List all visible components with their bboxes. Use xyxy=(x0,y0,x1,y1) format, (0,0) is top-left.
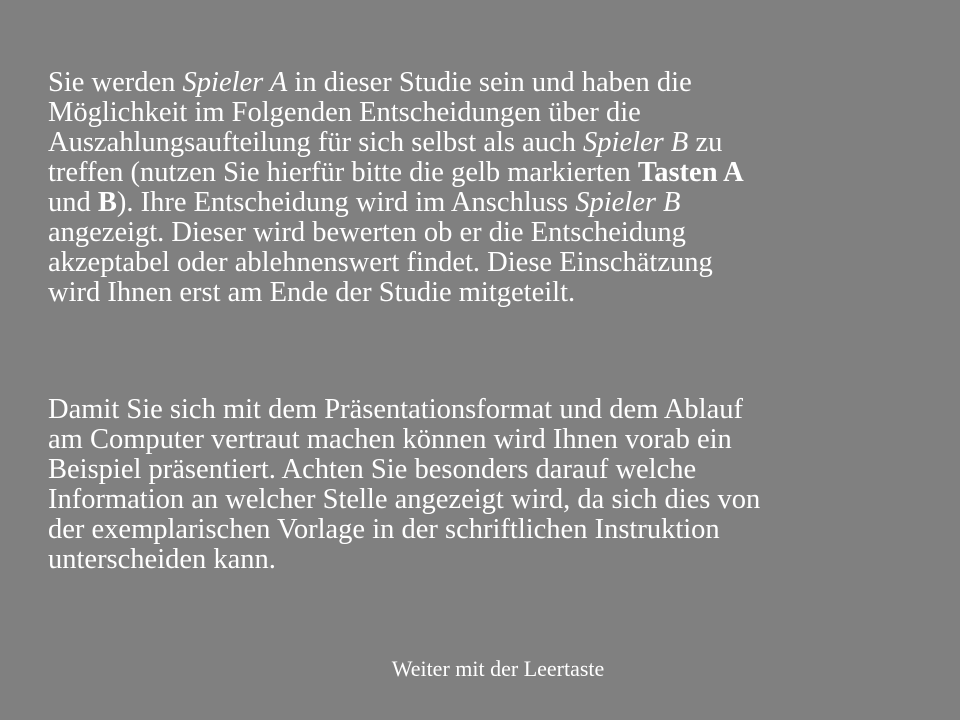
role-player-b: Spieler B xyxy=(583,127,689,158)
text-segment: Auszahlungsaufteilung für sich selbst al… xyxy=(48,127,584,158)
instruction-paragraph-1: Sie werden Spieler A in dieser Studie se… xyxy=(48,68,744,308)
role-player-b: Spieler B xyxy=(575,187,681,218)
instruction-line: Damit Sie sich mit dem Präsentationsform… xyxy=(48,394,743,425)
text-segment: in dieser Studie sein und haben die xyxy=(287,67,692,98)
instruction-line: Beispiel präsentiert. Achten Sie besonde… xyxy=(48,454,697,485)
role-player-a: Spieler A xyxy=(182,67,288,98)
text-segment: und xyxy=(48,187,98,218)
experiment-screen: Sie werden Spieler A in dieser Studie se… xyxy=(0,0,960,720)
instruction-line: Auszahlungsaufteilung für sich selbst al… xyxy=(48,128,744,158)
instruction-line: unterscheiden kann. xyxy=(48,544,276,575)
instruction-line: Information an welcher Stelle angezeigt … xyxy=(48,484,761,515)
key-b-label: B xyxy=(97,187,117,218)
instruction-line: der exemplarischen Vorlage in der schrif… xyxy=(48,514,720,545)
instruction-line: Möglichkeit im Folgenden Entscheidungen … xyxy=(48,97,641,128)
keys-label: Tasten A xyxy=(637,157,744,188)
instruction-line: Sie werden Spieler A in dieser Studie se… xyxy=(48,68,744,98)
text-segment: zu xyxy=(688,127,723,158)
text-segment: Sie werden xyxy=(48,67,183,98)
instruction-line: am Computer vertraut machen können wird … xyxy=(48,424,732,455)
continue-hint: Weiter mit der Leertaste xyxy=(391,656,605,681)
text-segment: ). Ihre Entscheidung wird im Anschluss xyxy=(116,187,576,218)
instruction-line: angezeigt. Dieser wird bewerten ob er di… xyxy=(48,217,686,248)
instruction-line: akzeptabel oder ablehnenswert findet. Di… xyxy=(48,247,713,278)
instruction-line: und B). Ihre Entscheidung wird im Anschl… xyxy=(48,188,744,218)
text-segment: treffen (nutzen Sie hierfür bitte die ge… xyxy=(48,157,638,188)
instruction-line: treffen (nutzen Sie hierfür bitte die ge… xyxy=(48,158,744,188)
instruction-line: wird Ihnen erst am Ende der Studie mitge… xyxy=(48,277,576,308)
instruction-paragraph-2: Damit Sie sich mit dem Präsentationsform… xyxy=(48,395,760,575)
